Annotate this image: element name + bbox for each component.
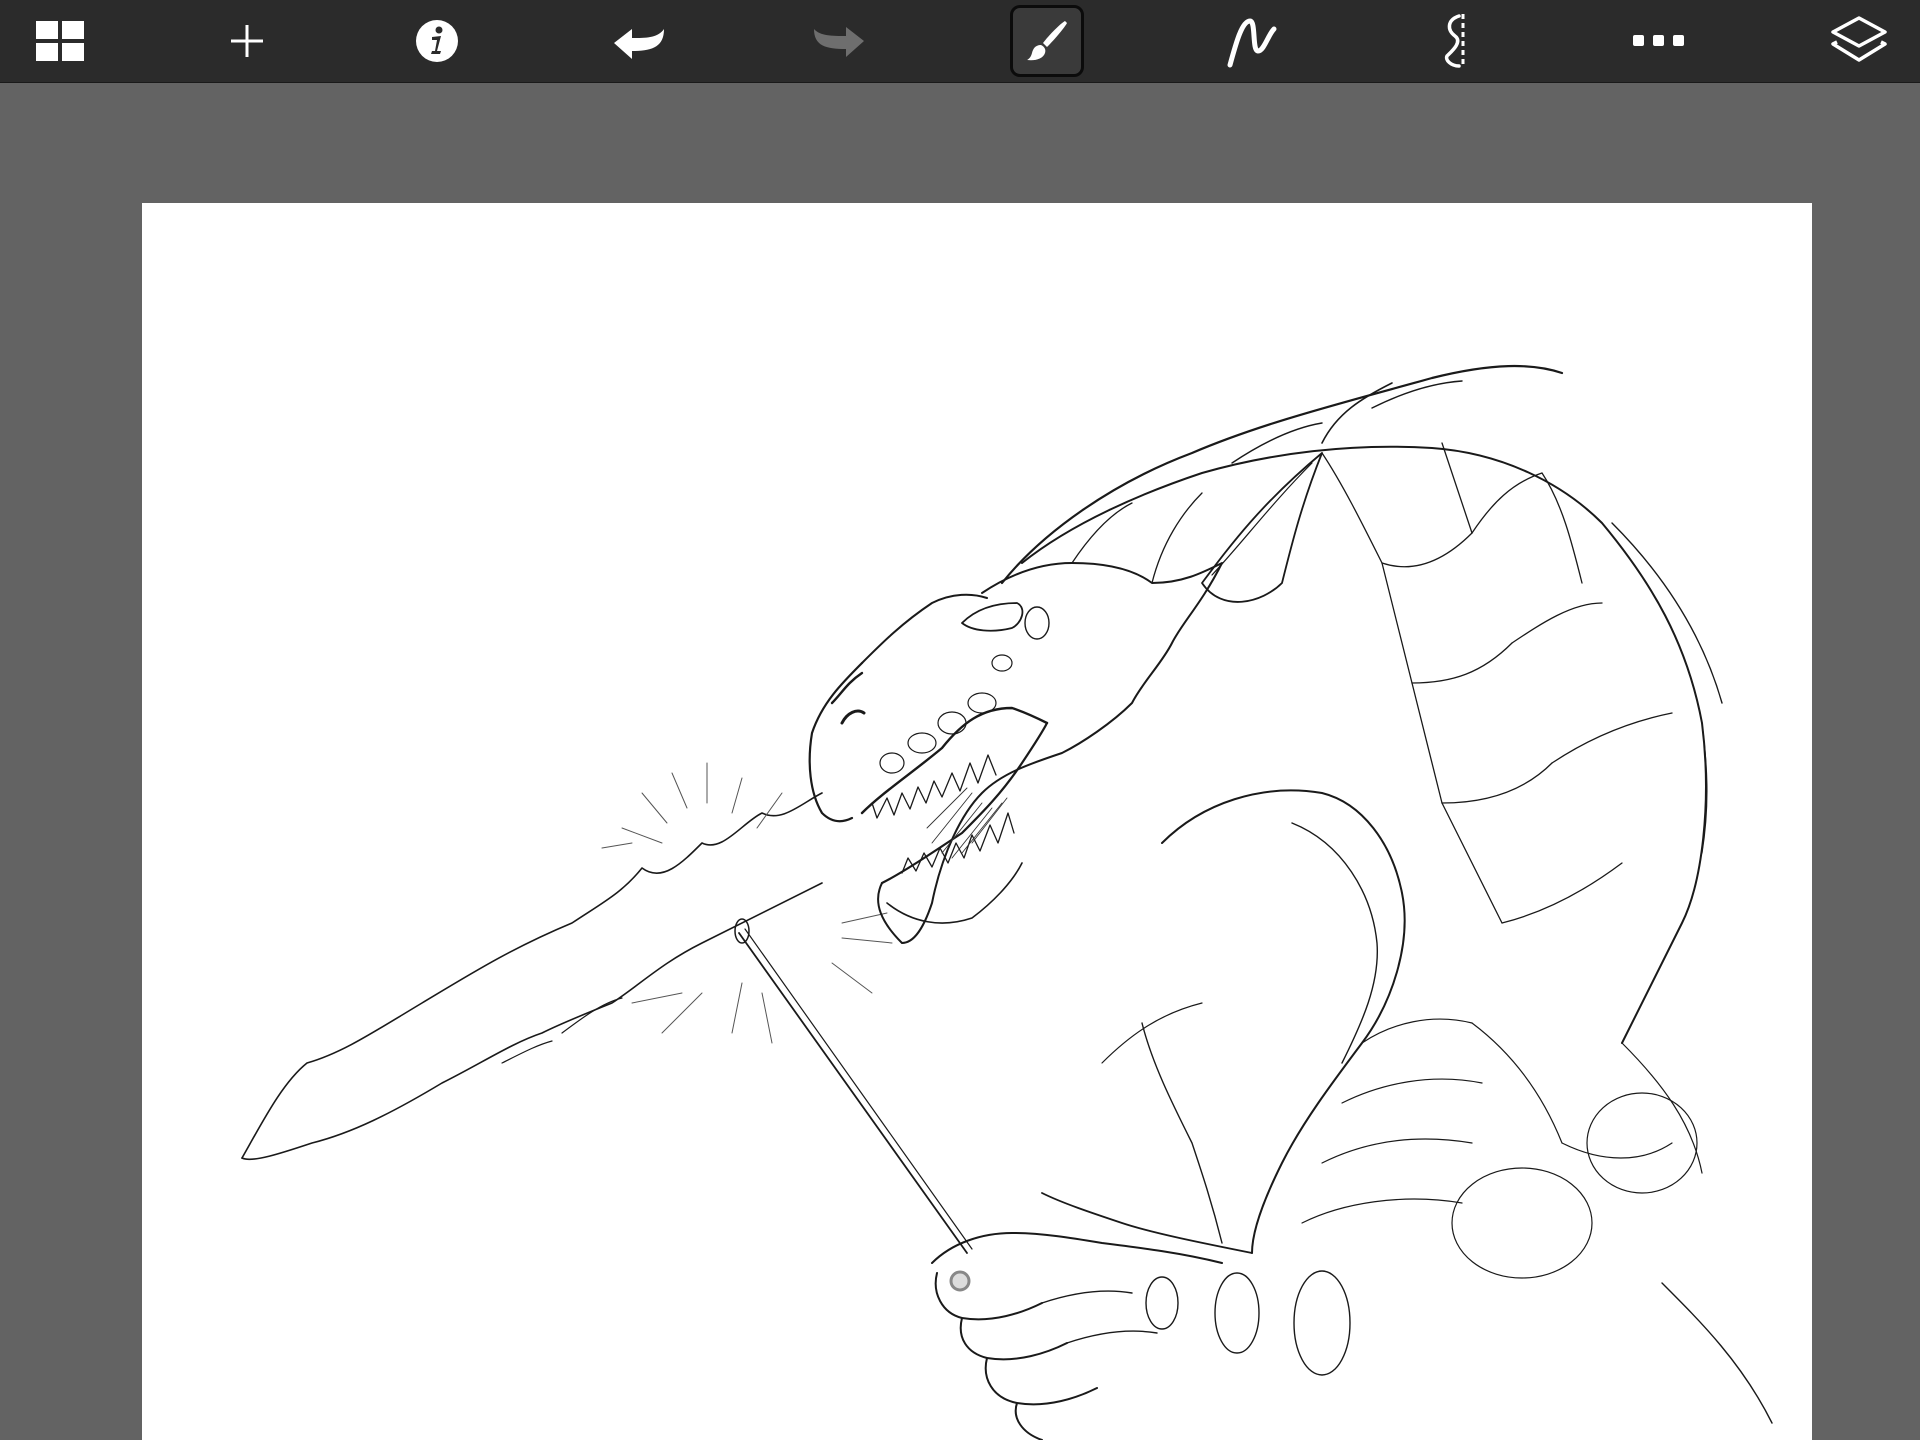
dragon-sketch-artwork: [241, 364, 1773, 1440]
redo-arrow-icon: [814, 27, 864, 57]
symmetry-button[interactable]: [1420, 5, 1494, 77]
layers-icon: [1831, 16, 1887, 62]
more-dots-icon: [1633, 35, 1684, 46]
stroke-tool-button[interactable]: [1215, 5, 1289, 77]
brush-icon: [1027, 21, 1067, 61]
gallery-button[interactable]: [24, 5, 98, 77]
new-canvas-button[interactable]: [210, 5, 284, 77]
workspace-area: [0, 83, 1920, 1440]
more-options-button[interactable]: [1622, 5, 1696, 77]
redo-button[interactable]: [802, 5, 876, 77]
stroke-curve-icon: [1227, 18, 1277, 68]
drawing-canvas[interactable]: [142, 203, 1812, 1440]
info-icon: [416, 20, 458, 62]
undo-arrow-icon: [614, 29, 664, 59]
undo-button[interactable]: [602, 5, 676, 77]
gallery-grid-icon: [36, 21, 84, 61]
layers-button[interactable]: [1822, 5, 1896, 77]
symmetry-icon: [1444, 14, 1465, 68]
info-button[interactable]: [400, 5, 474, 77]
top-toolbar: [0, 0, 1920, 83]
brush-button[interactable]: [1010, 5, 1084, 77]
plus-icon: [231, 25, 263, 57]
